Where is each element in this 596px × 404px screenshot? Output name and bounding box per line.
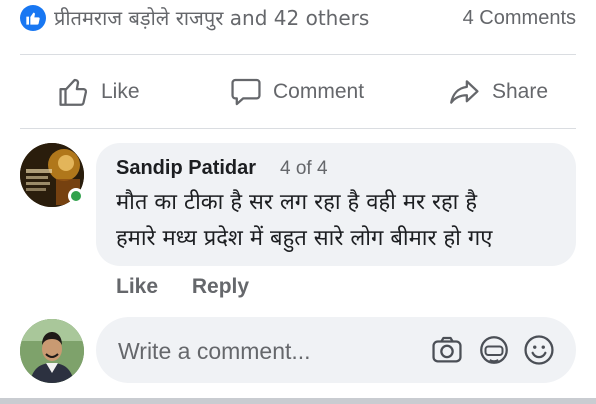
gif-icon[interactable] bbox=[477, 333, 511, 367]
like-reaction-icon bbox=[20, 5, 46, 31]
thumbs-up-icon bbox=[59, 78, 88, 106]
online-status-icon bbox=[68, 188, 84, 204]
divider bbox=[20, 54, 576, 55]
comment-button-label: Comment bbox=[273, 80, 365, 103]
share-arrow-icon bbox=[450, 80, 479, 104]
comment-bubble[interactable]: Sandip Patidar 4 of 4 मौत का टीका है सर … bbox=[96, 143, 576, 266]
post-action-row: Like Comment Share bbox=[0, 56, 596, 128]
comment-bubble-icon bbox=[231, 78, 261, 106]
divider bbox=[20, 128, 576, 129]
emoji-icon[interactable] bbox=[522, 333, 556, 367]
comment-actions: Like Reply bbox=[116, 275, 277, 299]
my-avatar[interactable] bbox=[20, 319, 84, 383]
comment-like-link[interactable]: Like bbox=[116, 275, 158, 298]
comment-text: मौत का टीका है सर लग रहा है वही मर रहा ह… bbox=[116, 185, 564, 257]
share-button[interactable]: Share bbox=[446, 74, 548, 110]
reactions-bar[interactable]: प्रीतमराज बड़ोले राजपुर and 42 others 4 … bbox=[0, 0, 596, 40]
comment-position: 4 of 4 bbox=[280, 158, 328, 179]
like-button[interactable]: Like bbox=[57, 74, 140, 110]
commenter-name[interactable]: Sandip Patidar bbox=[116, 157, 256, 180]
reactors-text[interactable]: प्रीतमराज बड़ोले राजपुर and 42 others bbox=[54, 5, 369, 31]
comment-composer[interactable] bbox=[96, 317, 576, 385]
comment-text-line: मौत का टीका है सर लग रहा है वही मर रहा ह… bbox=[116, 190, 478, 215]
comment-reply-link[interactable]: Reply bbox=[192, 275, 249, 298]
like-button-label: Like bbox=[101, 80, 140, 103]
comment-input[interactable] bbox=[116, 317, 420, 385]
bottom-edge bbox=[0, 398, 596, 404]
share-button-label: Share bbox=[492, 80, 549, 103]
comment-text-line: हमारे मध्य प्रदेश में बहुत सारे लोग बीमा… bbox=[116, 226, 493, 251]
comments-count[interactable]: 4 Comments bbox=[463, 5, 576, 31]
camera-icon[interactable] bbox=[430, 333, 464, 367]
comment-button[interactable]: Comment bbox=[229, 74, 364, 110]
profile-picture bbox=[20, 319, 84, 383]
